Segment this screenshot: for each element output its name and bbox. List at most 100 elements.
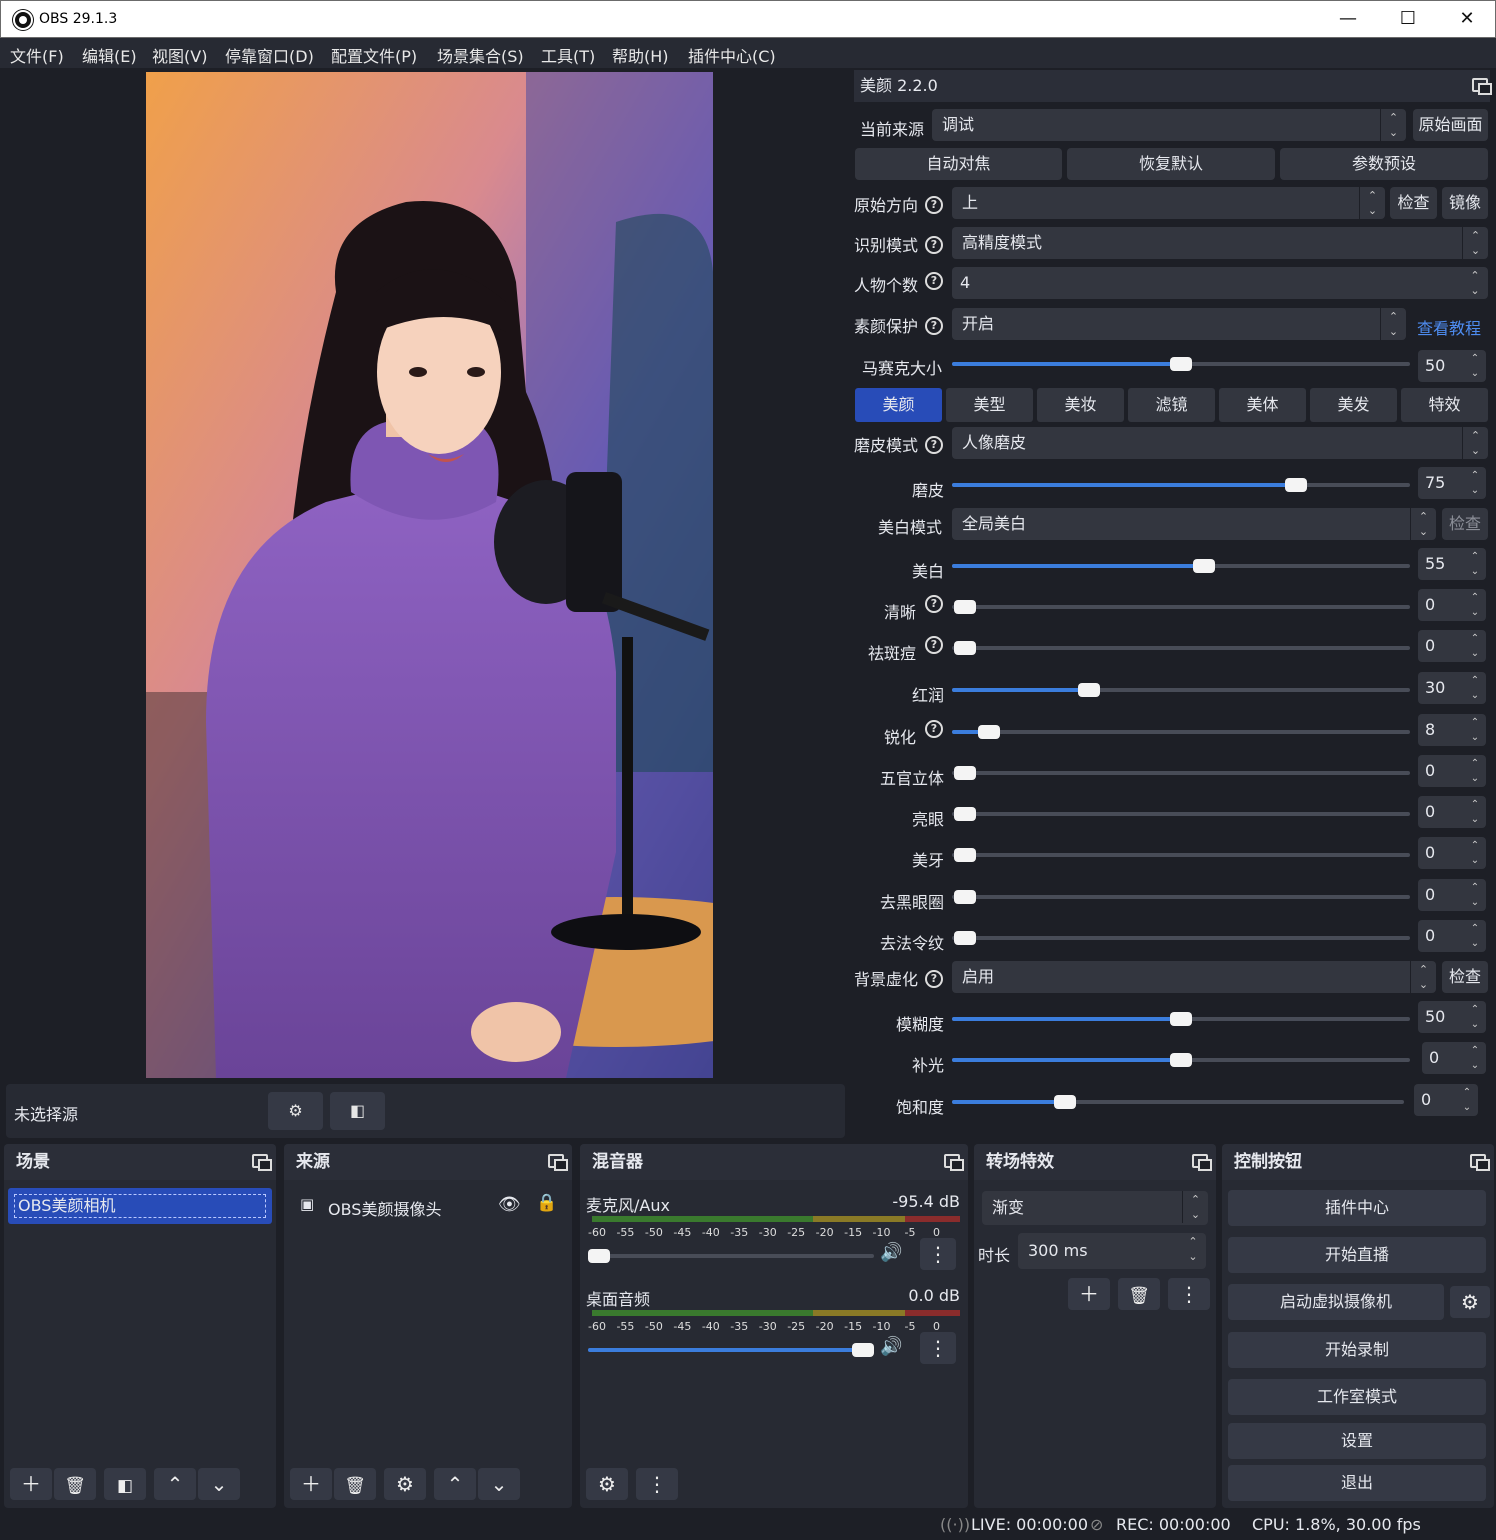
tab-makeup[interactable]: 美妆 — [1037, 388, 1124, 422]
auto-focus-button[interactable]: 自动对焦 — [855, 148, 1062, 180]
duration-spinbox[interactable]: 300 ms ⌃ ⌄ — [1018, 1233, 1206, 1269]
restore-default-button[interactable]: 恢复默认 — [1067, 148, 1275, 180]
mosaic-spinbox[interactable]: 50 ⌃ ⌄ — [1418, 350, 1486, 382]
slider-spinbox[interactable]: 0 ⌃ ⌄ — [1418, 755, 1486, 787]
float-dock-icon[interactable] — [1192, 1154, 1212, 1171]
scene-filters-button[interactable]: ◧ — [104, 1468, 146, 1500]
beauty-slider[interactable] — [952, 1012, 1410, 1026]
speaker-icon[interactable]: 🔊 — [880, 1336, 902, 1357]
beauty-slider[interactable] — [952, 478, 1410, 492]
beauty-slider[interactable] — [952, 890, 1410, 904]
slider-handle[interactable] — [954, 890, 976, 904]
close-button[interactable]: ✕ — [1438, 1, 1496, 37]
slider-handle[interactable] — [1078, 683, 1101, 697]
volume-slider[interactable] — [588, 1343, 874, 1357]
slider-spinbox[interactable]: 0 ⌃ ⌄ — [1418, 879, 1486, 911]
slider-handle[interactable] — [1192, 559, 1215, 573]
original-view-button[interactable]: 原始画面 — [1413, 109, 1488, 141]
menu-view[interactable]: 视图(V) — [152, 43, 207, 67]
mixer-advanced-button[interactable]: ⚙ — [586, 1468, 628, 1500]
slider-handle[interactable] — [1054, 1095, 1076, 1109]
exit-button[interactable]: 退出 — [1228, 1465, 1486, 1501]
param-presets-button[interactable]: 参数预设 — [1280, 148, 1488, 180]
slider-spinbox[interactable]: 55 ⌃ ⌄ — [1418, 548, 1486, 580]
beauty-slider[interactable] — [952, 766, 1410, 780]
slider-handle[interactable] — [954, 600, 976, 614]
source-properties-button[interactable]: ⚙ — [384, 1468, 426, 1500]
help-icon[interactable]: ? — [925, 236, 943, 254]
menu-profile[interactable]: 配置文件(P) — [331, 43, 417, 67]
add-transition-button[interactable]: ＋ — [1068, 1278, 1110, 1310]
beauty-slider[interactable] — [952, 1095, 1404, 1109]
tab-hair[interactable]: 美发 — [1310, 388, 1397, 422]
slider-spinbox[interactable]: 0 ⌃ ⌄ — [1418, 589, 1486, 621]
virtualcam-settings-button[interactable]: ⚙ — [1450, 1286, 1490, 1318]
slider-handle[interactable] — [852, 1343, 874, 1357]
menu-plugin-center[interactable]: 插件中心(C) — [688, 43, 776, 67]
slider-handle[interactable] — [954, 641, 976, 655]
slider-handle[interactable] — [1170, 357, 1192, 371]
beauty-slider[interactable] — [952, 600, 1410, 614]
help-icon[interactable]: ? — [925, 317, 943, 335]
source-down-button[interactable]: ⌄ — [478, 1468, 520, 1500]
float-dock-icon[interactable] — [1472, 78, 1492, 95]
help-icon[interactable]: ? — [925, 196, 943, 214]
beauty-slider[interactable] — [952, 725, 1410, 739]
slider-handle[interactable] — [588, 1249, 610, 1263]
beauty-slider[interactable] — [952, 848, 1410, 862]
slider-handle[interactable] — [1170, 1012, 1192, 1026]
camera-preview-image[interactable] — [146, 72, 713, 1078]
channel-menu-button[interactable]: ⋮ — [920, 1238, 956, 1270]
tab-beauty[interactable]: 美颜 — [855, 388, 942, 422]
mirror-button[interactable]: 镜像 — [1442, 187, 1488, 219]
speaker-icon[interactable]: 🔊 — [880, 1242, 902, 1263]
slider-handle[interactable] — [954, 848, 976, 862]
slider-spinbox[interactable]: 75 ⌃ ⌄ — [1418, 467, 1486, 499]
slider-spinbox[interactable]: 0 ⌃ ⌄ — [1418, 796, 1486, 828]
tab-effects[interactable]: 特效 — [1401, 388, 1488, 422]
start-virtualcam-button[interactable]: 启动虚拟摄像机 — [1228, 1284, 1444, 1320]
beauty-slider[interactable] — [952, 559, 1410, 573]
add-scene-button[interactable]: ＋ — [10, 1468, 52, 1500]
menu-help[interactable]: 帮助(H) — [612, 43, 669, 67]
protect-select[interactable]: 开启 ⌃ ⌄ — [952, 308, 1406, 340]
slider-spinbox[interactable]: 0 ⌃ ⌄ — [1418, 630, 1486, 662]
help-icon[interactable]: ? — [925, 436, 943, 454]
beauty-slider[interactable] — [952, 1053, 1410, 1067]
slider-handle[interactable] — [954, 807, 976, 821]
current-source-select[interactable]: 调试 ⌃ ⌄ — [932, 109, 1406, 141]
transition-menu-button[interactable]: ⋮ — [1168, 1278, 1210, 1310]
settings-button[interactable]: 设置 — [1228, 1423, 1486, 1459]
slider-spinbox[interactable]: 0 ⌃ ⌄ — [1422, 1042, 1486, 1074]
plugin-center-button[interactable]: 插件中心 — [1228, 1190, 1486, 1226]
slider-spinbox[interactable]: 0 ⌃ ⌄ — [1418, 837, 1486, 869]
slider-spinbox[interactable]: 30 ⌃ ⌄ — [1418, 672, 1486, 704]
help-icon[interactable]: ? — [925, 970, 943, 988]
menu-file[interactable]: 文件(F) — [10, 43, 64, 67]
studio-mode-button[interactable]: 工作室模式 — [1228, 1379, 1486, 1415]
slider-handle[interactable] — [1284, 478, 1307, 492]
menu-docks[interactable]: 停靠窗口(D) — [225, 43, 314, 67]
menu-edit[interactable]: 编辑(E) — [82, 43, 137, 67]
slider-spinbox[interactable]: 0 ⌃ ⌄ — [1418, 920, 1486, 952]
add-source-button[interactable]: ＋ — [290, 1468, 332, 1500]
menu-scene-collection[interactable]: 场景集合(S) — [437, 43, 524, 67]
start-stream-button[interactable]: 开始直播 — [1228, 1237, 1486, 1273]
beauty-slider[interactable] — [952, 683, 1410, 697]
slider-spinbox[interactable]: 8 ⌃ ⌄ — [1418, 714, 1486, 746]
beauty-slider[interactable] — [952, 641, 1410, 655]
beauty-slider[interactable] — [952, 931, 1410, 945]
help-icon[interactable]: ? — [925, 595, 943, 613]
slider-spinbox[interactable]: 50 ⌃ ⌄ — [1418, 1001, 1486, 1033]
float-dock-icon[interactable] — [252, 1154, 272, 1171]
whiten-check-button[interactable]: 检查 — [1442, 508, 1488, 540]
mixer-menu-button[interactable]: ⋮ — [636, 1468, 678, 1500]
slider-handle[interactable] — [954, 931, 976, 945]
scene-item-selected[interactable]: OBS美颜相机 — [8, 1188, 272, 1224]
transition-select[interactable]: 渐变 ⌃ ⌄ — [982, 1191, 1208, 1225]
persons-spinbox[interactable]: 4 ⌃ ⌄ — [952, 267, 1488, 299]
float-dock-icon[interactable] — [1470, 1154, 1490, 1171]
remove-transition-button[interactable]: 🗑 — [1118, 1278, 1160, 1310]
source-up-button[interactable]: ⌃ — [434, 1468, 476, 1500]
beauty-slider[interactable] — [952, 807, 1410, 821]
